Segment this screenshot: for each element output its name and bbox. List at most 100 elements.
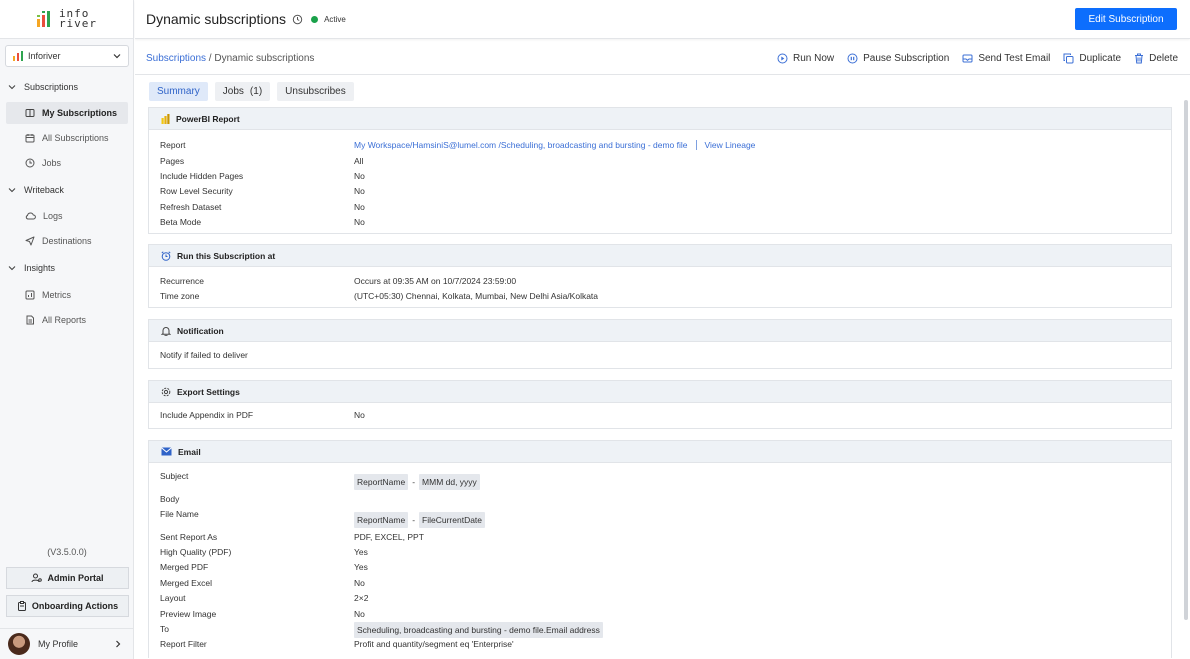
tab-summary[interactable]: Summary bbox=[149, 82, 208, 101]
card-title: Notification bbox=[177, 325, 224, 336]
tab-jobs[interactable]: Jobs (1) bbox=[214, 82, 271, 101]
card-header: Email bbox=[149, 441, 1171, 463]
inforiver-logo[interactable]: info river bbox=[0, 0, 133, 39]
pause-subscription-button[interactable]: Pause Subscription bbox=[847, 53, 949, 64]
admin-portal-label: Admin Portal bbox=[47, 573, 104, 583]
view-lineage-link[interactable]: View Lineage bbox=[705, 140, 756, 150]
field-value: No bbox=[354, 609, 365, 619]
field-value: No bbox=[354, 202, 365, 212]
mail-icon bbox=[962, 54, 973, 62]
sidebar-item-all-reports[interactable]: All Reports bbox=[6, 309, 128, 331]
status-badge: Active bbox=[324, 14, 346, 24]
field-label: Include Appendix in PDF bbox=[160, 410, 254, 420]
token-separator: - bbox=[412, 477, 416, 487]
card-title: Export Settings bbox=[177, 386, 240, 397]
play-circle-icon bbox=[777, 53, 788, 63]
chevron-down-icon bbox=[8, 266, 16, 271]
field-value: No bbox=[354, 578, 365, 588]
field-label: Merged PDF bbox=[160, 562, 209, 572]
pause-circle-icon bbox=[847, 53, 858, 63]
send-test-email-button[interactable]: Send Test Email bbox=[962, 53, 1050, 64]
workspace-label: Inforiver bbox=[28, 51, 61, 61]
field-label: Pages bbox=[160, 156, 185, 166]
sidebar-item-metrics[interactable]: Metrics bbox=[6, 284, 128, 306]
field-value: ReportName - FileCurrentDate bbox=[354, 512, 486, 528]
field-label: Notify if failed to deliver bbox=[160, 350, 248, 360]
sidebar: info river Inforiver Subscriptions My Sub… bbox=[0, 0, 134, 659]
tab-unsubscribes[interactable]: Unsubscribes bbox=[277, 82, 354, 101]
onboarding-actions-label: Onboarding Actions bbox=[31, 601, 119, 611]
book-icon bbox=[25, 109, 35, 117]
field-label: Preview Image bbox=[160, 609, 217, 619]
cloud-icon bbox=[25, 212, 36, 220]
field-label: Body bbox=[160, 494, 180, 504]
sidebar-item-jobs[interactable]: Jobs bbox=[6, 152, 128, 174]
nav-group-subscriptions[interactable]: Subscriptions bbox=[0, 77, 134, 97]
sidebar-item-label: Destinations bbox=[42, 236, 92, 246]
run-now-button[interactable]: Run Now bbox=[777, 53, 834, 64]
field-value: Scheduling, broadcasting and bursting - … bbox=[354, 622, 603, 638]
delete-button[interactable]: Delete bbox=[1134, 53, 1178, 64]
alarm-clock-icon bbox=[161, 250, 171, 261]
notification-card: Notification Notify if failed to deliver bbox=[148, 319, 1172, 369]
powerbi-report-card: PowerBI Report Report My Workspace/Hamsi… bbox=[148, 107, 1172, 234]
field-label: Refresh Dataset bbox=[160, 202, 222, 212]
sidebar-item-label: Jobs bbox=[42, 158, 62, 168]
chevron-down-icon bbox=[8, 188, 16, 193]
field-label: Time zone bbox=[160, 291, 200, 301]
my-profile[interactable]: My Profile bbox=[0, 628, 134, 658]
onboarding-actions-button[interactable]: Onboarding Actions bbox=[6, 595, 129, 617]
nav-group-label: Subscriptions bbox=[24, 82, 79, 92]
trash-icon bbox=[1135, 53, 1144, 63]
profile-label: My Profile bbox=[38, 638, 79, 649]
admin-portal-button[interactable]: Admin Portal bbox=[6, 567, 129, 589]
sidebar-item-destinations[interactable]: Destinations bbox=[6, 230, 128, 252]
field-label: Report bbox=[160, 140, 186, 150]
duplicate-button[interactable]: Duplicate bbox=[1063, 53, 1121, 64]
token-chip: ReportName bbox=[354, 474, 409, 490]
chart-icon bbox=[25, 290, 35, 300]
nav-group-insights[interactable]: Insights bbox=[0, 258, 134, 278]
report-path-link[interactable]: My Workspace/HamsiniS@lumel.com /Schedul… bbox=[354, 140, 688, 150]
sidebar-item-my-subscriptions[interactable]: My Subscriptions bbox=[6, 102, 128, 124]
field-value: 2×2 bbox=[354, 593, 369, 603]
delete-label: Delete bbox=[1149, 52, 1178, 64]
run-now-label: Run Now bbox=[793, 52, 835, 64]
send-test-email-label: Send Test Email bbox=[978, 52, 1051, 64]
edit-subscription-button[interactable]: Edit Subscription bbox=[1075, 8, 1177, 30]
clock-refresh-icon[interactable] bbox=[292, 14, 303, 25]
sidebar-item-label: All Reports bbox=[42, 315, 87, 325]
card-title: PowerBI Report bbox=[176, 113, 240, 124]
field-label: Include Hidden Pages bbox=[160, 171, 244, 181]
breadcrumb-current: Dynamic subscriptions bbox=[214, 52, 315, 64]
field-label: Sent Report As bbox=[160, 532, 218, 542]
card-title: Run this Subscription at bbox=[177, 250, 276, 261]
sidebar-item-label: My Subscriptions bbox=[42, 108, 118, 118]
token-chip: MMM dd, yyyy bbox=[419, 474, 480, 490]
breadcrumb-parent-link[interactable]: Subscriptions bbox=[146, 53, 206, 64]
scrollbar[interactable] bbox=[1184, 100, 1188, 620]
clock-icon bbox=[25, 158, 35, 168]
workspace-logo-icon bbox=[13, 51, 23, 61]
field-label: Subject bbox=[160, 471, 189, 481]
token-separator: - bbox=[412, 515, 416, 525]
chevron-right-icon bbox=[116, 640, 121, 647]
field-value: ReportName - MMM dd, yyyy bbox=[354, 474, 480, 490]
app-version: (V3.5.0.0) bbox=[47, 547, 87, 557]
email-card: Email Subject ReportName - MMM dd, yyyy … bbox=[148, 440, 1172, 658]
workspace-select[interactable]: Inforiver bbox=[5, 45, 129, 67]
export-settings-card: Export Settings Include Appendix in PDF N… bbox=[148, 380, 1172, 429]
action-bar: Run Now Pause Subscription Send Test Ema… bbox=[777, 47, 1178, 69]
sidebar-item-all-subscriptions[interactable]: All Subscriptions bbox=[6, 127, 128, 149]
field-value: Yes bbox=[354, 562, 368, 572]
user-gear-icon bbox=[31, 573, 43, 583]
field-label: High Quality (PDF) bbox=[160, 547, 232, 557]
field-value: No bbox=[354, 410, 365, 420]
status-dot bbox=[311, 15, 319, 23]
nav-group-writeback[interactable]: Writeback bbox=[0, 180, 134, 200]
sidebar-item-logs[interactable]: Logs bbox=[6, 205, 128, 227]
clipboard-icon bbox=[17, 601, 26, 611]
field-value: No bbox=[354, 186, 365, 196]
tab-bar: Summary Jobs (1) Unsubscribes bbox=[149, 82, 354, 101]
page-header: Dynamic subscriptions Active Edit Subscr… bbox=[135, 0, 1190, 39]
